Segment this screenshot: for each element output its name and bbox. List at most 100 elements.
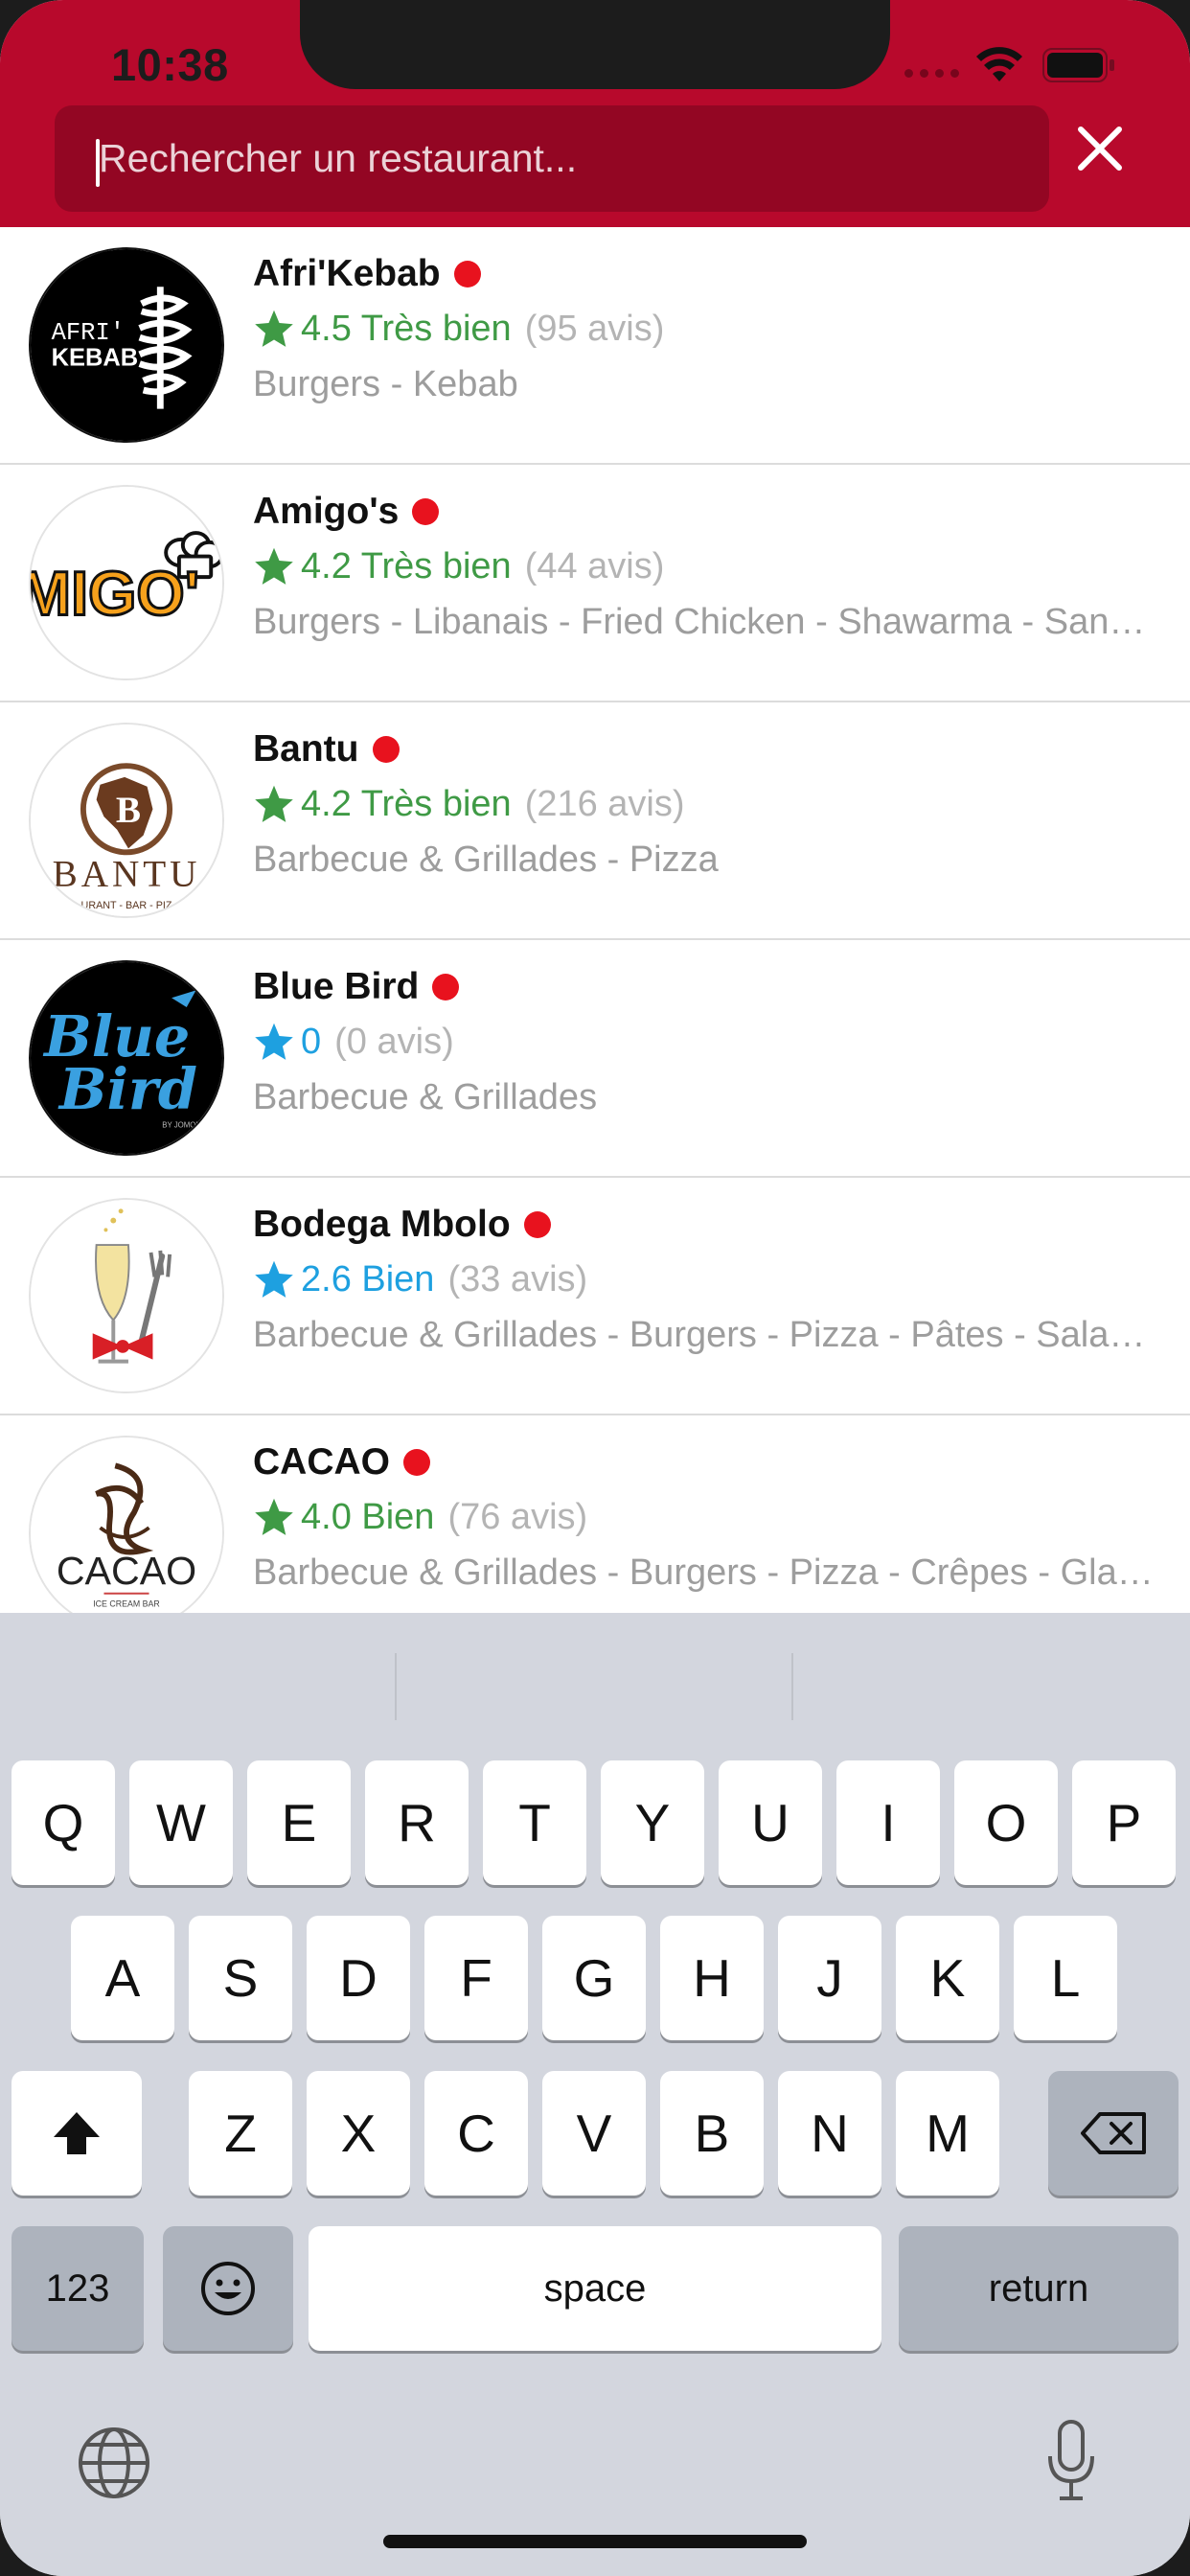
key-n[interactable]: N — [778, 2071, 881, 2196]
status-dot — [523, 1211, 551, 1238]
review-count: (95 avis) — [524, 308, 665, 349]
key-l[interactable]: L — [1014, 1916, 1117, 2040]
restaurant-row[interactable]: MIGO' Amigo's 4.2 Très bien (44 avis) Bu… — [0, 465, 1190, 702]
logo-subtext: BY JOMONA — [162, 1121, 207, 1130]
bantu-logo: B BANTU URANT - BAR - PIZ — [29, 723, 224, 918]
key-s[interactable]: S — [189, 1916, 292, 2040]
key-c[interactable]: C — [424, 2071, 528, 2196]
key-d[interactable]: D — [307, 1916, 410, 2040]
star-icon — [255, 310, 293, 347]
rating-value: 0 — [301, 1021, 322, 1062]
restaurant-row[interactable]: Blue Bird BY JOMONA Blue Bird 0 (0 avis)… — [0, 940, 1190, 1178]
key-k[interactable]: K — [896, 1916, 999, 2040]
key-q[interactable]: Q — [11, 1760, 115, 1885]
status-dot — [403, 1449, 430, 1476]
key-y[interactable]: Y — [601, 1760, 704, 1885]
review-count: (33 avis) — [447, 1258, 588, 1300]
status-dot — [412, 498, 440, 525]
restaurant-name: Afri'Kebab — [253, 253, 441, 294]
restaurant-name: CACAO — [253, 1441, 390, 1483]
rating-value: 4.2 Très bien — [301, 545, 512, 586]
key-p[interactable]: P — [1072, 1760, 1176, 1885]
shift-key[interactable] — [11, 2071, 142, 2196]
phone-screen: 10:38 Rechercher un restaurant... AFRI' … — [0, 0, 1190, 2576]
wifi-icon — [976, 47, 1022, 81]
key-h[interactable]: H — [660, 1916, 764, 2040]
key-g[interactable]: G — [542, 1916, 646, 2040]
key-z[interactable]: Z — [189, 2071, 292, 2196]
key-o[interactable]: O — [954, 1760, 1058, 1885]
status-dot — [372, 736, 400, 763]
key-u[interactable]: U — [719, 1760, 822, 1885]
rating-line: 4.0 Bien (76 avis) — [253, 1490, 587, 1544]
key-j[interactable]: J — [778, 1916, 881, 2040]
delete-key[interactable] — [1048, 2071, 1179, 2196]
home-indicator[interactable] — [383, 2535, 807, 2548]
logo-text: BANTU — [53, 854, 201, 895]
key-i[interactable]: I — [836, 1760, 940, 1885]
search-box[interactable] — [55, 105, 1049, 212]
cuisine-list: Barbecue & Grillades — [253, 1077, 598, 1117]
key-r[interactable]: R — [365, 1760, 469, 1885]
cuisine-list: Barbecue & Grillades - Pizza — [253, 840, 719, 880]
predictive-separator — [395, 1653, 397, 1720]
key-f[interactable]: F — [424, 1916, 528, 2040]
restaurant-row[interactable]: CACAO ICE CREAM BAR CACAO 4.0 Bien (76 a… — [0, 1415, 1190, 1613]
emoji-icon — [201, 2262, 255, 2315]
review-count: (44 avis) — [524, 545, 665, 586]
emoji-key[interactable] — [163, 2226, 293, 2351]
cuisine-list: Barbecue & Grillades - Burgers - Pizza -… — [253, 1315, 1154, 1355]
svg-text:B: B — [116, 790, 141, 831]
microphone-icon[interactable] — [1044, 2418, 1098, 2504]
rating-line: 2.6 Bien (33 avis) — [253, 1253, 587, 1306]
return-key[interactable]: return — [899, 2226, 1179, 2351]
logo-text: MIGO' — [31, 558, 199, 628]
afrikebab-logo: AFRI' KEBAB — [29, 247, 224, 443]
status-dot — [453, 261, 481, 288]
logo-subtext: ICE CREAM BAR — [93, 1598, 160, 1608]
restaurant-name: Amigo's — [253, 491, 400, 532]
star-icon — [255, 1260, 293, 1298]
rating-value: 4.0 Bien — [301, 1496, 435, 1537]
space-key[interactable]: space — [309, 2226, 881, 2351]
logo-text-line2: Bird — [57, 1056, 197, 1122]
rating-value: 2.6 Bien — [301, 1258, 435, 1300]
restaurant-name: Bodega Mbolo — [253, 1204, 511, 1245]
review-count: (0 avis) — [334, 1021, 454, 1062]
key-b[interactable]: B — [660, 2071, 764, 2196]
key-a[interactable]: A — [71, 1916, 174, 2040]
key-w[interactable]: W — [129, 1760, 233, 1885]
bluebird-logo: Blue Bird BY JOMONA — [29, 960, 224, 1156]
review-count: (76 avis) — [447, 1496, 588, 1537]
key-v[interactable]: V — [542, 2071, 646, 2196]
globe-icon[interactable] — [77, 2426, 151, 2500]
rating-value: 4.2 Très bien — [301, 783, 512, 824]
shift-icon — [54, 2112, 100, 2154]
numbers-key[interactable]: 123 — [11, 2226, 144, 2351]
review-count: (216 avis) — [524, 783, 685, 824]
on-screen-keyboard: Q W E R T Y U I O P A S D F G H J K L Z … — [0, 1613, 1190, 2576]
cuisine-list: Burgers - Libanais - Fried Chicken - Sha… — [253, 602, 1154, 642]
key-m[interactable]: M — [896, 2071, 999, 2196]
predictive-text-bar — [0, 1613, 1190, 1720]
star-icon — [255, 1023, 293, 1060]
key-x[interactable]: X — [307, 2071, 410, 2196]
backspace-icon — [1081, 2112, 1146, 2154]
bodega-logo — [29, 1198, 224, 1393]
close-icon — [1078, 126, 1122, 171]
key-e[interactable]: E — [247, 1760, 351, 1885]
rating-line: 4.5 Très bien (95 avis) — [253, 302, 664, 356]
status-dot — [432, 974, 460, 1000]
rating-value: 4.5 Très bien — [301, 308, 512, 349]
search-input[interactable] — [99, 105, 1018, 212]
cacao-logo: CACAO ICE CREAM BAR — [29, 1436, 224, 1613]
logo-text: CACAO — [57, 1549, 196, 1593]
restaurant-row[interactable]: B BANTU URANT - BAR - PIZ Bantu 4.2 Très… — [0, 702, 1190, 940]
restaurant-row[interactable]: Bodega Mbolo 2.6 Bien (33 avis) Barbecue… — [0, 1178, 1190, 1415]
key-t[interactable]: T — [483, 1760, 586, 1885]
star-icon — [255, 547, 293, 585]
close-search-button[interactable] — [1068, 115, 1132, 182]
restaurant-row[interactable]: AFRI' KEBAB Afri'Kebab 4.5 Très bien (95… — [0, 227, 1190, 465]
cellular-signal-icon — [904, 69, 960, 80]
restaurant-name: Blue Bird — [253, 966, 420, 1007]
